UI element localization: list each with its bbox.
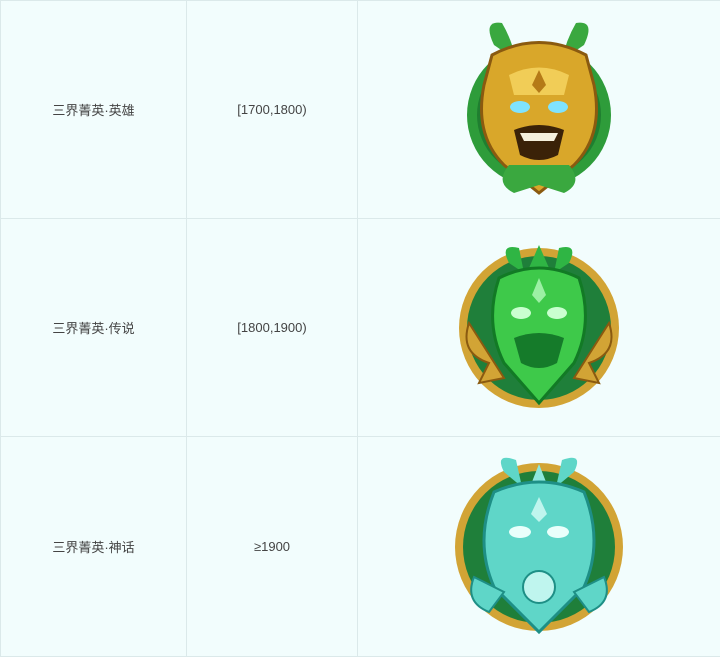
score-range: [1700,1800) [237, 102, 307, 117]
score-range-cell: [1700,1800) [186, 0, 358, 219]
score-range: ≥1900 [253, 539, 291, 554]
tier-name: 三界菁英·神话 [52, 540, 135, 555]
tier-name: 三界菁英·英雄 [52, 103, 135, 118]
tier-name-cell: 三界菁英·传说 [0, 218, 187, 437]
rank-table: 三界菁英·英雄 [1700,1800) 三界菁英·传说 [1800,1900) … [0, 0, 720, 657]
score-range-cell: [1800,1900) [186, 218, 358, 437]
jade-dragon-badge-icon [459, 244, 619, 408]
table-row: 三界菁英·英雄 [1700,1800) [0, 0, 720, 219]
badge-cell [357, 436, 720, 657]
turquoise-beast-badge-icon [455, 457, 623, 634]
badge-cell [357, 218, 720, 437]
table-row: 三界菁英·神话 ≥1900 [0, 436, 720, 657]
badge-cell [357, 0, 720, 219]
tier-name-cell: 三界菁英·英雄 [0, 0, 187, 219]
table-row: 三界菁英·传说 [1800,1900) [0, 218, 720, 437]
score-range-cell: ≥1900 [186, 436, 358, 657]
gold-beast-badge-icon [467, 22, 611, 195]
score-range: [1800,1900) [237, 320, 307, 335]
tier-name-cell: 三界菁英·神话 [0, 436, 187, 657]
tier-name: 三界菁英·传说 [52, 321, 135, 336]
